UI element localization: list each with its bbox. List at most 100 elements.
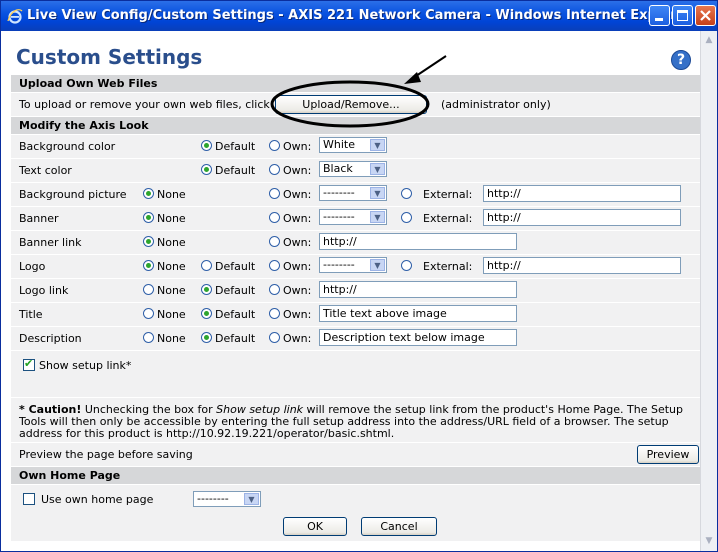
title-default-radio[interactable]: [201, 308, 212, 319]
logo-external-label: External:: [423, 260, 473, 273]
window-title: Live View Config/Custom Settings - AXIS …: [27, 8, 692, 23]
logo-link-input[interactable]: http://: [319, 281, 517, 298]
bg-picture-value: --------: [323, 186, 355, 199]
home-page-row: Use own home page -------- ▼ OK Cancel: [11, 485, 701, 542]
logo-default-radio[interactable]: [201, 260, 212, 271]
logo-link-none-radio[interactable]: [143, 284, 154, 295]
use-own-home-page-checkbox[interactable]: [23, 493, 35, 505]
scroll-up-icon[interactable]: ▲: [702, 33, 716, 48]
bg-picture-label: Background picture: [19, 188, 127, 201]
banner-link-none-label: None: [157, 236, 186, 249]
banner-link-own-label: Own:: [283, 236, 312, 249]
logo-own-label: Own:: [283, 260, 312, 273]
bg-picture-none-radio[interactable]: [143, 188, 154, 199]
banner-link-none-radio[interactable]: [143, 236, 154, 247]
page-title: Custom Settings: [16, 45, 203, 69]
setup-link-row: Show setup link*: [11, 351, 701, 398]
bg-color-select[interactable]: White ▼: [319, 137, 387, 153]
preview-text: Preview the page before saving: [19, 448, 193, 461]
text-color-row: Text color Default Own: Black ▼: [11, 159, 701, 183]
minimize-button[interactable]: [649, 5, 670, 26]
logo-external-input[interactable]: http://: [483, 257, 681, 274]
logo-own-radio[interactable]: [269, 260, 280, 271]
text-color-default-label: Default: [215, 164, 256, 177]
logo-link-own-radio[interactable]: [269, 284, 280, 295]
banner-link-label: Banner link: [19, 236, 82, 249]
text-color-default-radio[interactable]: [201, 164, 212, 175]
minimize-icon: [655, 18, 663, 21]
bg-picture-row: Background picture None Own: -------- ▼ E…: [11, 183, 701, 207]
chevron-down-icon: ▼: [370, 259, 385, 271]
help-icon[interactable]: ?: [671, 50, 691, 70]
title-own-radio[interactable]: [269, 308, 280, 319]
logo-select[interactable]: -------- ▼: [319, 257, 387, 273]
bg-color-default-radio[interactable]: [201, 140, 212, 151]
upload-instructions: To upload or remove your own web files, …: [19, 98, 270, 111]
show-setup-link-checkbox[interactable]: [23, 357, 35, 371]
scroll-down-icon[interactable]: ▼: [702, 534, 716, 549]
logo-link-default-radio[interactable]: [201, 284, 212, 295]
banner-select[interactable]: -------- ▼: [319, 209, 387, 225]
bg-picture-select[interactable]: -------- ▼: [319, 185, 387, 201]
admin-only-note: (administrator only): [441, 98, 551, 111]
description-default-radio[interactable]: [201, 332, 212, 343]
logo-link-row: Logo link None Default Own: http://: [11, 279, 701, 303]
text-color-value: Black: [323, 162, 353, 175]
cancel-button[interactable]: Cancel: [361, 517, 437, 536]
banner-external-label: External:: [423, 212, 473, 225]
logo-link-label: Logo link: [19, 284, 69, 297]
bg-color-row: Background color Default Own: White ▼: [11, 135, 701, 159]
description-own-radio[interactable]: [269, 332, 280, 343]
text-color-own-label: Own:: [283, 164, 312, 177]
bg-picture-external-radio[interactable]: [401, 188, 412, 199]
close-button[interactable]: [695, 5, 716, 26]
text-color-own-radio[interactable]: [269, 164, 280, 175]
bg-picture-external-label: External:: [423, 188, 473, 201]
home-page-value: --------: [197, 492, 229, 505]
banner-link-own-radio[interactable]: [269, 236, 280, 247]
banner-none-radio[interactable]: [143, 212, 154, 223]
banner-external-input[interactable]: http://: [483, 209, 681, 226]
maximize-button[interactable]: [672, 5, 693, 26]
home-page-select[interactable]: -------- ▼: [193, 491, 261, 507]
title-default-label: Default: [215, 308, 256, 321]
banner-own-label: Own:: [283, 212, 312, 225]
upload-row: To upload or remove your own web files, …: [11, 93, 701, 117]
close-icon: [700, 10, 711, 21]
section-own-home-page: Own Home Page: [11, 467, 701, 484]
banner-none-label: None: [157, 212, 186, 225]
bg-color-own-label: Own:: [283, 140, 312, 153]
bg-color-default-label: Default: [215, 140, 256, 153]
logo-external-radio[interactable]: [401, 260, 412, 271]
logo-none-label: None: [157, 260, 186, 273]
description-none-radio[interactable]: [143, 332, 154, 343]
bg-color-label: Background color: [19, 140, 116, 153]
bg-color-value: White: [323, 138, 355, 151]
upload-remove-button[interactable]: Upload/Remove...: [275, 95, 427, 114]
banner-own-radio[interactable]: [269, 212, 280, 223]
banner-link-input[interactable]: http://: [319, 233, 517, 250]
title-input[interactable]: Title text above image: [319, 305, 517, 322]
preview-button[interactable]: Preview: [637, 445, 699, 464]
bg-picture-external-input[interactable]: http://: [483, 185, 681, 202]
title-row: Title None Default Own: Title text above…: [11, 303, 701, 327]
bg-color-own-radio[interactable]: [269, 140, 280, 151]
title-none-radio[interactable]: [143, 308, 154, 319]
title-label: Title: [19, 308, 43, 321]
chevron-down-icon: ▼: [370, 139, 385, 151]
description-row: Description None Default Own: Descriptio…: [11, 327, 701, 351]
description-default-label: Default: [215, 332, 256, 345]
banner-external-radio[interactable]: [401, 212, 412, 223]
text-color-label: Text color: [19, 164, 72, 177]
section-upload-web-files: Upload Own Web Files: [11, 75, 701, 92]
preview-row: Preview the page before saving Preview: [11, 443, 701, 467]
text-color-select[interactable]: Black ▼: [319, 161, 387, 177]
ok-button[interactable]: OK: [283, 517, 347, 536]
logo-none-radio[interactable]: [143, 260, 154, 271]
use-own-home-page-label: Use own home page: [41, 493, 154, 506]
title-own-label: Own:: [283, 308, 312, 321]
description-input[interactable]: Description text below image: [319, 329, 517, 346]
maximize-icon: [677, 10, 688, 21]
vertical-scrollbar[interactable]: ▲ ▼: [700, 31, 717, 551]
bg-picture-own-radio[interactable]: [269, 188, 280, 199]
